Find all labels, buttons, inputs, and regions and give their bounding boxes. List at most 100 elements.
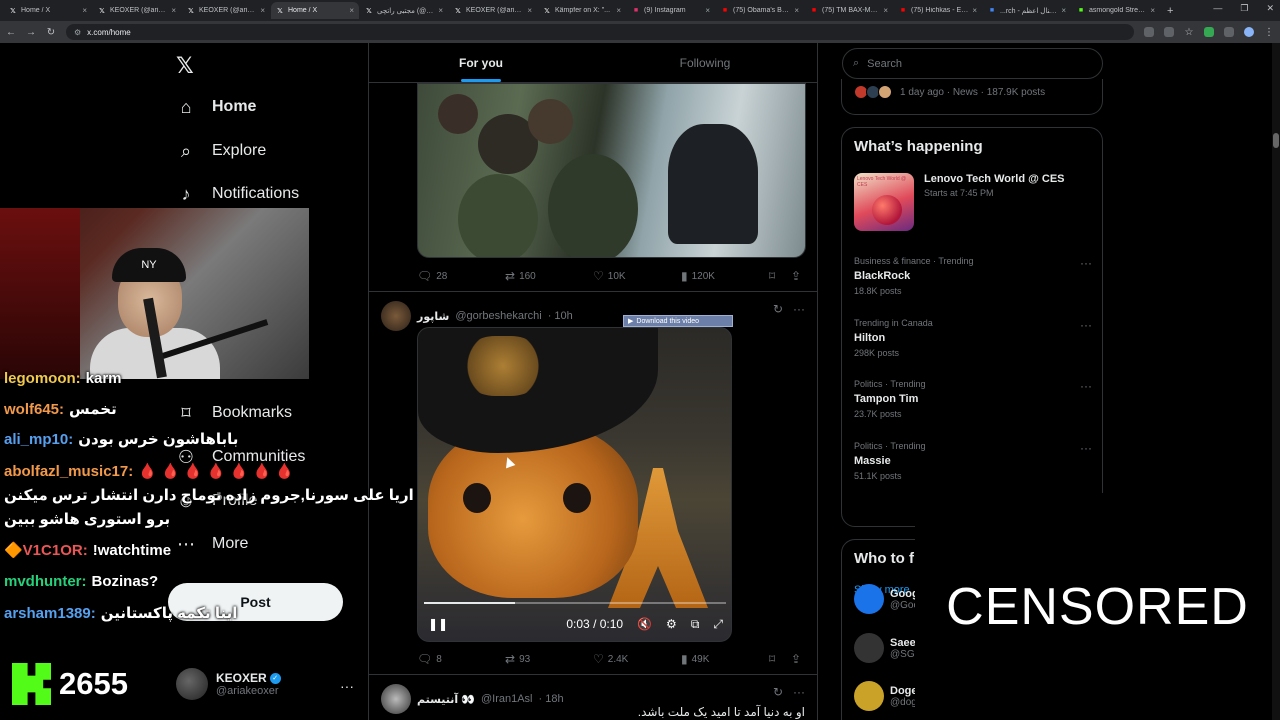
mute-icon[interactable]: 🔇 (637, 617, 652, 631)
chat-username[interactable]: legomoon: (4, 370, 81, 387)
chat-username[interactable]: 🔶V1C1OR: (4, 542, 88, 559)
fullscreen-icon[interactable]: ⤢ (713, 617, 723, 632)
close-tab-icon[interactable]: × (82, 6, 87, 15)
close-icon[interactable]: ✕ (1266, 3, 1274, 14)
follow-suggestion[interactable]: Goog @Goo (854, 584, 919, 614)
tweet-author-name[interactable]: شاپور (417, 310, 449, 323)
trend-item[interactable]: Politics · Trending Massie 51.1K posts ··· (854, 441, 1092, 481)
more-icon[interactable]: ··· (1080, 256, 1092, 270)
reply-button[interactable]: 🗨 28 (417, 269, 505, 283)
tweet-author-handle[interactable]: @gorbeshekarchi (455, 310, 541, 322)
share-button[interactable]: ⇪ (791, 269, 801, 283)
close-tab-icon[interactable]: × (1150, 6, 1155, 15)
new-tab-icon[interactable]: + (1167, 5, 1173, 17)
tweet-author-handle[interactable]: @Iran1Asl (481, 693, 533, 705)
reload-icon[interactable]: ↻ (46, 27, 56, 38)
close-tab-icon[interactable]: × (171, 6, 176, 15)
browser-tab[interactable]: 𝕏 Home / X × (4, 2, 92, 19)
nav-notifications[interactable]: ♪ Notifications (176, 184, 300, 204)
share-button[interactable]: ⇪ (791, 652, 801, 666)
video-progress[interactable] (424, 602, 726, 604)
browser-tab[interactable]: 𝕏 Home / X × (271, 2, 359, 19)
follow-suggestion[interactable]: Saee @SG (854, 633, 916, 663)
close-tab-icon[interactable]: × (1061, 6, 1066, 15)
close-tab-icon[interactable]: × (883, 6, 888, 15)
browser-tab[interactable]: ■ (9) Instagram × (627, 2, 715, 19)
nav-more[interactable]: ⋯ More (176, 534, 248, 554)
grok-icon[interactable]: ↻ (773, 685, 783, 699)
views-button[interactable]: ▮ 49K (681, 652, 769, 666)
maximize-icon[interactable]: ❐ (1240, 3, 1248, 14)
browser-tab[interactable]: ■ (75) TM BAX-MEYD... × (805, 2, 893, 19)
trend-item[interactable]: Business & finance · Trending BlackRock 18… (854, 256, 1092, 296)
chat-username[interactable]: arsham1389: (4, 605, 96, 622)
site-info-icon[interactable]: ⚙ (74, 28, 81, 37)
browser-menu-icon[interactable]: ⋮ (1264, 27, 1274, 38)
tweet-author-name[interactable]: آنتیستم 👀 (417, 693, 475, 706)
browser-tab[interactable]: 𝕏 Kämpfer on X: "... × (538, 2, 626, 19)
close-tab-icon[interactable]: × (527, 6, 532, 15)
close-tab-icon[interactable]: × (438, 6, 443, 15)
tweet-video[interactable]: ❚❚ 0:03 / 0:10 🔇 ⚙ ⧉ ⤢ (417, 327, 732, 642)
bookmark-button[interactable]: ⌑ (769, 652, 791, 666)
tweet-image[interactable] (417, 83, 806, 258)
browser-tab[interactable]: 𝕏 KEOXER (@ariakeoxer) × (182, 2, 270, 19)
account-switcher[interactable]: KEOXER ✓ @ariakeoxer (176, 668, 281, 700)
repost-button[interactable]: ⇄ 160 (505, 269, 593, 283)
reply-button[interactable]: 🗨 8 (417, 652, 505, 666)
repost-button[interactable]: ⇄ 93 (505, 652, 593, 666)
chat-username[interactable]: abolfazl_music17: (4, 463, 133, 480)
more-icon[interactable]: ··· (793, 302, 805, 316)
event-item[interactable]: Lenovo Tech World @ CES Lenovo Tech Worl… (854, 173, 1065, 231)
close-tab-icon[interactable]: × (972, 6, 977, 15)
extension-icon[interactable] (1144, 27, 1154, 37)
close-tab-icon[interactable]: × (705, 6, 710, 15)
chat-username[interactable]: mvdhunter: (4, 573, 87, 590)
browser-tab[interactable]: ■ (75) Hichkas - Ekhta...× (894, 2, 982, 19)
news-meta[interactable]: 1 day ago · News · 187.9K posts (854, 85, 1045, 99)
browser-tab[interactable]: 𝕏 مجتبی راتچی (@...) × (360, 2, 448, 19)
more-icon[interactable]: ··· (1080, 441, 1092, 455)
pip-icon[interactable]: ⧉ (691, 617, 700, 632)
avatar[interactable] (381, 301, 411, 331)
browser-tab[interactable]: ■ (75) Obama's Bin L... × (716, 2, 804, 19)
scrollbar[interactable] (1272, 43, 1280, 720)
nav-bookmarks[interactable]: ⌑ Bookmarks (176, 403, 292, 423)
nav-explore[interactable]: ⌕ Explore (176, 141, 266, 161)
tweet-time[interactable]: · 18h (539, 693, 564, 705)
download-video-button[interactable]: ▶ Download this video (623, 315, 733, 327)
more-icon[interactable]: ··· (1080, 379, 1092, 393)
like-button[interactable]: ♡ 2.4K (593, 652, 681, 666)
tab-following[interactable]: Following (593, 43, 817, 82)
back-icon[interactable]: ← (6, 27, 16, 38)
chat-username[interactable]: wolf645: (4, 401, 64, 418)
trend-item[interactable]: Trending in Canada Hilton 298K posts ··· (854, 318, 1092, 358)
nav-home[interactable]: ⌂ Home (176, 97, 257, 117)
url-field[interactable]: ⚙ x.com/home (66, 24, 1134, 40)
browser-tab[interactable]: ■ asmongold Stream... × (1072, 2, 1160, 19)
bookmark-button[interactable]: ⌑ (769, 269, 791, 283)
close-tab-icon[interactable]: × (616, 6, 621, 15)
browser-tab[interactable]: 𝕏 KEOXER (@ariakeoxer) × (449, 2, 537, 19)
zoom-icon[interactable] (1164, 27, 1174, 37)
like-button[interactable]: ♡ 10K (593, 269, 681, 283)
close-tab-icon[interactable]: × (260, 6, 265, 15)
browser-tab[interactable]: 𝕏 KEOXER (@ariakeoxer) × (93, 2, 181, 19)
tab-for-you[interactable]: For you (369, 43, 593, 82)
search-input[interactable]: ⌕ Search (842, 48, 1103, 79)
scrollbar-thumb[interactable] (1273, 133, 1279, 148)
views-button[interactable]: ▮ 120K (681, 269, 769, 283)
more-icon[interactable]: ··· (1080, 318, 1092, 332)
avatar[interactable] (381, 684, 411, 714)
extensions-puzzle-icon[interactable] (1224, 27, 1234, 37)
bookmark-star-icon[interactable]: ☆ (1184, 27, 1194, 38)
x-logo-icon[interactable]: 𝕏 (176, 53, 194, 79)
follow-suggestion[interactable]: Doge @dog (854, 681, 918, 711)
forward-icon[interactable]: → (26, 27, 36, 38)
browser-tab[interactable]: ■ ...rch - کمکنال اعظم × (983, 2, 1071, 19)
pause-icon[interactable]: ❚❚ (428, 617, 448, 631)
settings-icon[interactable]: ⚙ (666, 617, 677, 631)
minimize-icon[interactable]: — (1213, 3, 1222, 14)
extension-icon[interactable] (1204, 27, 1214, 37)
chat-username[interactable]: ali_mp10: (4, 431, 73, 448)
